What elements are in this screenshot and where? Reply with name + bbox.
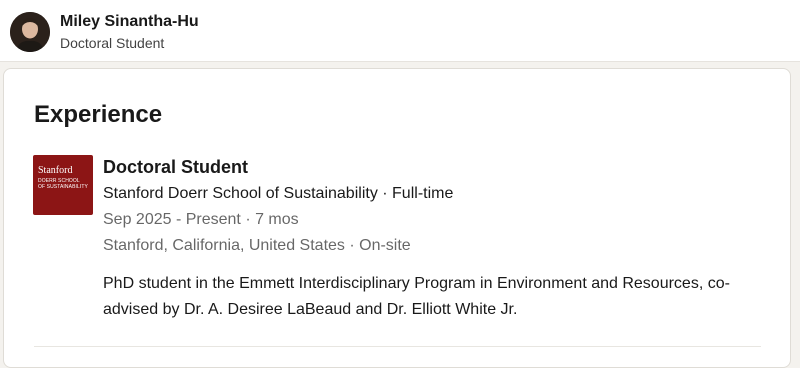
section-title: Experience xyxy=(34,101,163,128)
logo-wordmark: Stanford xyxy=(38,165,73,176)
divider xyxy=(34,346,761,347)
job-title: Doctoral Student xyxy=(103,157,249,177)
profile-name[interactable]: Miley Sinantha-Hu xyxy=(60,13,199,31)
company-line[interactable]: Stanford Doerr School of Sustainability … xyxy=(103,185,453,203)
job-dates: Sep 2025 - Present · 7 mos xyxy=(103,211,299,228)
job-description: PhD student in the Emmett Interdisciplin… xyxy=(103,275,730,318)
avatar-image xyxy=(10,12,50,52)
experience-section: Experience Stanford DOERR SCHOOL OF SUST… xyxy=(3,68,791,368)
profile-headline: Doctoral Student xyxy=(60,35,165,51)
profile-header: Miley Sinantha-Hu Doctoral Student xyxy=(0,0,800,62)
avatar[interactable] xyxy=(10,12,50,52)
company-logo[interactable]: Stanford DOERR SCHOOL OF SUSTAINABILITY xyxy=(33,155,93,215)
job-location: Stanford, California, United States · On… xyxy=(103,237,411,254)
logo-subtitle-line2: OF SUSTAINABILITY xyxy=(38,184,88,190)
